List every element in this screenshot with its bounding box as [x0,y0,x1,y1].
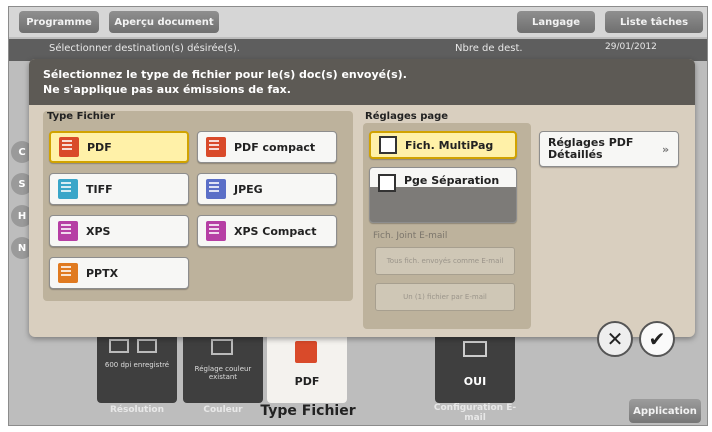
fich-multipag-label: Fich. MultiPag [405,138,494,152]
jpeg-button[interactable]: JPEG [197,173,337,205]
dialog-instruction: Sélectionnez le type de fichier pour le(… [43,68,407,81]
pdf-icon [59,137,79,157]
email-icon [463,341,487,357]
configuration-email-value: OUI [463,375,487,388]
tous-fich-email-button: Tous fich. envoyés comme E-mail [375,247,515,275]
un-fichier-email-button: Un (1) fichier par E-mail [375,283,515,311]
pptx-button[interactable]: PPTX [49,257,189,289]
resolution-icon [109,339,129,353]
pptx-label: PPTX [86,266,119,280]
date-display: 29/01/2012 [605,42,657,52]
ok-button[interactable]: ✔ [639,321,675,357]
single-page-icon [379,136,397,154]
xps-compact-icon [206,221,226,241]
configuration-email-label: Configuration E-mail [433,403,517,423]
destination-prompt: Sélectionner destination(s) désirée(s). [49,43,240,54]
tiff-button[interactable]: TIFF [49,173,189,205]
couleur-icon [211,339,233,355]
liste-taches-button[interactable]: Liste tâches [605,11,703,33]
resolution-value: 600 dpi enregistré [104,361,170,369]
programme-button[interactable]: Programme [19,11,99,33]
pdf-icon [295,341,317,363]
resolution-icon-2 [137,339,157,353]
type-fichier-tile[interactable]: PDF [267,331,347,403]
destination-bar: Sélectionner destination(s) désirée(s). … [9,39,707,61]
file-type-dialog: Sélectionnez le type de fichier pour le(… [29,59,695,357]
xps-label: XPS [86,224,111,238]
dialog-header: Sélectionnez le type de fichier pour le(… [29,59,695,105]
fich-joint-email-label: Fich. Joint E-mail [373,231,448,241]
destination-count-label: Nbre de dest. [455,43,523,54]
chevron-right-icon: » [662,142,670,156]
reglages-page-title: Réglages page [365,111,449,122]
apercu-document-button[interactable]: Aperçu document [109,11,219,33]
pdf-compact-label: PDF compact [234,140,316,154]
tiff-icon [58,179,78,199]
reglages-pdf-label: Réglages PDF Détaillés [548,136,634,161]
resolution-tile[interactable]: 600 dpi enregistré [97,331,177,403]
xps-compact-label: XPS Compact [234,224,317,238]
top-bar: Programme Aperçu document Langage Liste … [9,7,707,37]
reglages-pdf-detailles-button[interactable]: Réglages PDF Détaillés » [539,131,679,167]
configuration-email-tile[interactable]: OUI [435,331,515,403]
type-fichier-title: Type Fichier [47,111,116,122]
type-fichier-label: Type Fichier [260,403,356,419]
couleur-tile[interactable]: Réglage couleur existant [183,331,263,403]
screen-frame: Programme Aperçu document Langage Liste … [8,6,708,426]
pdf-compact-button[interactable]: PDF compact [197,131,337,163]
fich-multipag-button[interactable]: Fich. MultiPag [369,131,517,159]
dialog-note: Ne s'applique pas aux émissions de fax. [43,83,291,96]
xps-compact-button[interactable]: XPS Compact [197,215,337,247]
pdf-button[interactable]: PDF [49,131,189,163]
jpeg-label: JPEG [234,182,263,196]
resolution-label: Résolution [109,405,165,415]
cancel-button[interactable]: ✕ [597,321,633,357]
langage-button[interactable]: Langage [517,11,595,33]
xps-button[interactable]: XPS [49,215,189,247]
multi-page-icon [378,174,396,192]
pdf-label: PDF [87,140,112,154]
type-fichier-value: PDF [294,375,320,388]
pge-separation-label: Pge Séparation [404,174,500,187]
pptx-icon [58,263,78,283]
xps-icon [58,221,78,241]
application-button[interactable]: Application [629,399,701,423]
pdf-compact-icon [206,137,226,157]
tiff-label: TIFF [86,182,113,196]
pge-separation-button[interactable]: Pge Séparation [369,167,517,223]
jpeg-icon [206,179,226,199]
couleur-value: Réglage couleur existant [194,365,252,381]
